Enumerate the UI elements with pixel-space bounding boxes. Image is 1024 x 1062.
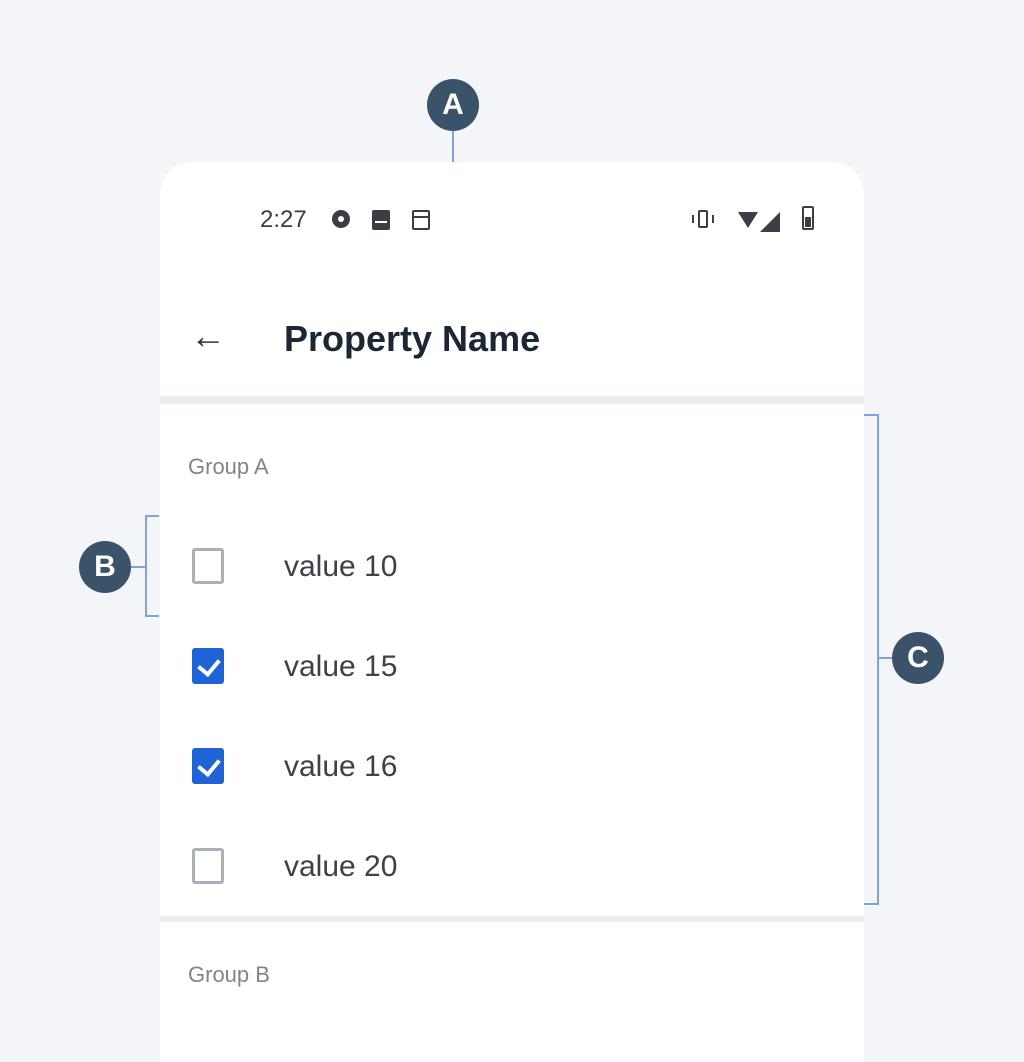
checkbox-row[interactable]: value 10 xyxy=(160,518,864,618)
back-button[interactable]: ← xyxy=(184,312,232,360)
callout-c-bracket-bottom xyxy=(864,903,878,905)
checkbox-label: value 10 xyxy=(284,550,398,583)
calendar-icon xyxy=(412,210,430,230)
callout-a: A xyxy=(427,79,479,131)
checkbox[interactable] xyxy=(192,848,224,884)
checkbox[interactable] xyxy=(192,648,224,684)
checkbox-label: value 20 xyxy=(284,850,398,883)
status-bar: 2:27 xyxy=(160,162,864,282)
callout-c-leader xyxy=(878,657,892,659)
group-a: Group A value 10 value 15 value 16 value… xyxy=(160,404,864,916)
checkbox-row[interactable]: value 16 xyxy=(160,718,864,818)
arrow-left-icon: ← xyxy=(190,315,226,356)
sim-card-icon xyxy=(372,210,390,230)
group-label: Group B xyxy=(188,962,270,987)
callout-b: B xyxy=(79,541,131,593)
checkbox-row[interactable]: value 15 xyxy=(160,618,864,718)
callout-b-bracket xyxy=(145,515,147,617)
callout-b-leader xyxy=(131,566,145,568)
callout-c-bracket xyxy=(877,414,879,905)
callout-b-bracket-bottom xyxy=(145,615,159,617)
checkbox-label: value 15 xyxy=(284,650,398,683)
checkbox[interactable] xyxy=(192,548,224,584)
battery-icon xyxy=(802,206,814,230)
callout-a-leader xyxy=(452,131,454,162)
callout-c: C xyxy=(892,632,944,684)
app-bar: ← Property Name xyxy=(160,282,864,404)
wifi-icon xyxy=(738,212,758,228)
gear-icon xyxy=(332,210,350,228)
signal-icon xyxy=(760,212,780,232)
page-title: Property Name xyxy=(284,318,541,359)
status-time: 2:27 xyxy=(260,206,307,233)
vibrate-icon xyxy=(692,208,714,230)
group-label: Group A xyxy=(188,454,269,479)
phone-screen: 2:27 ← Property Name Group A value 10 va… xyxy=(160,162,864,1062)
checkbox[interactable] xyxy=(192,748,224,784)
group-b: Group B xyxy=(160,922,864,1062)
callout-c-bracket-top xyxy=(864,414,878,416)
checkbox-row[interactable]: value 20 xyxy=(160,818,864,918)
callout-b-bracket-top xyxy=(145,515,159,517)
checkbox-label: value 16 xyxy=(284,750,398,783)
